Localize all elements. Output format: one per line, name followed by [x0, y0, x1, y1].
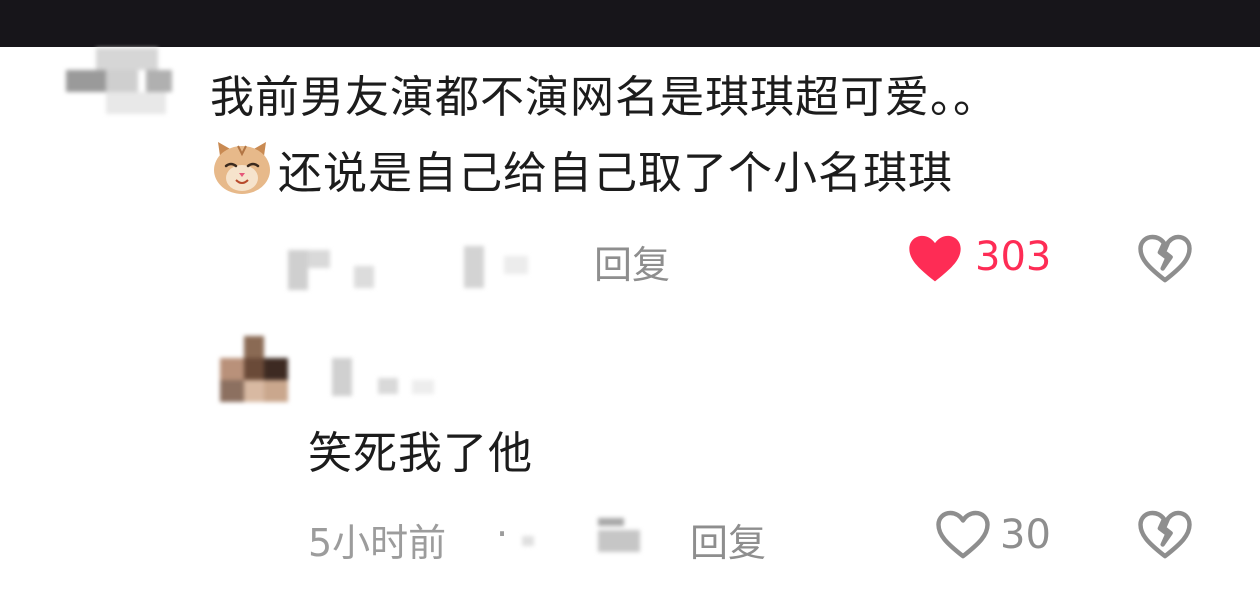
reply-location: [512, 510, 652, 558]
reply-author[interactable]: [326, 352, 446, 400]
meta-separator: ·: [496, 512, 509, 556]
avatar[interactable]: [66, 48, 178, 114]
comment-text-line2: 还说是自己给自己取了个小名琪琪: [278, 148, 953, 199]
heart-outline-icon[interactable]: [935, 508, 991, 560]
reply-button[interactable]: 回复: [594, 234, 670, 289]
reply-text: 笑死我了他: [308, 428, 533, 479]
dislike-broken-heart-icon[interactable]: [1137, 232, 1193, 284]
reply-time: 5小时前: [308, 521, 447, 565]
top-bar: [0, 0, 1260, 47]
dislike-broken-heart-icon[interactable]: [1137, 508, 1193, 560]
reply-avatar[interactable]: [220, 336, 288, 402]
like-count: 303: [975, 234, 1052, 280]
comment-text-line1: 我前男友演都不演网名是琪琪超可爱。。: [210, 72, 998, 123]
cat-face-emoji-icon: [214, 142, 270, 194]
heart-filled-icon[interactable]: [907, 232, 963, 284]
comment-author[interactable]: [266, 240, 546, 296]
comment-text-line2-wrap: 还说是自己给自己取了个小名琪琪: [212, 136, 953, 212]
reply-button[interactable]: 回复: [690, 512, 766, 567]
reply-like-count: 30: [1000, 512, 1051, 558]
